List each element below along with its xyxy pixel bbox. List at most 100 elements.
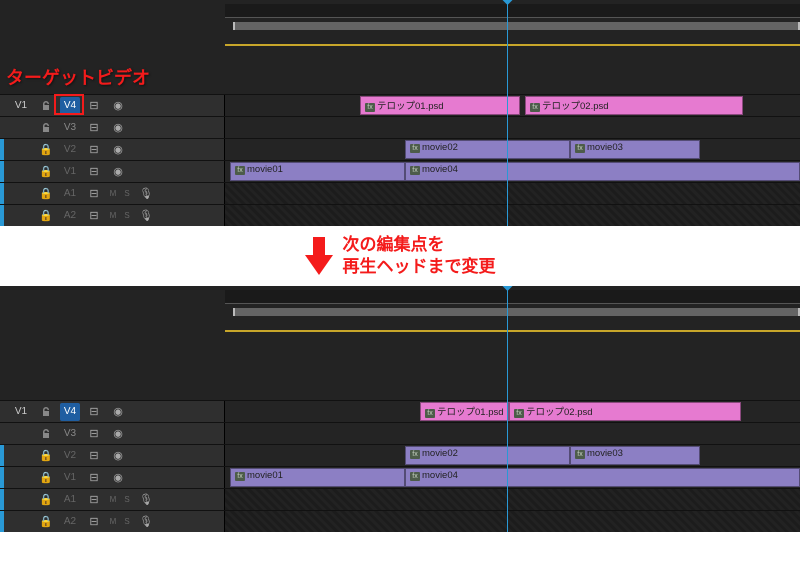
timeline-zoom-bar[interactable] (225, 44, 800, 46)
sync-lock-icon[interactable]: ⊟ (84, 513, 104, 531)
track-name[interactable]: V3 (60, 425, 80, 443)
mute-button[interactable]: M (108, 189, 118, 198)
eye-icon[interactable]: ◉ (108, 469, 128, 487)
track-name[interactable]: V1 (60, 469, 80, 487)
lock-icon[interactable]: 🔒 (36, 207, 56, 225)
clip[interactable]: fxmovie02 (405, 140, 570, 159)
source-patch-v4[interactable]: V4 (60, 403, 80, 421)
ruler-tick-label: 00;00;12;00 (640, 0, 693, 1)
track-v2[interactable]: V1 🔒 V2 ⊟ ◉ fxmovie02 fxmovie03 (0, 138, 800, 160)
work-area-bar[interactable] (233, 22, 800, 30)
sync-lock-icon[interactable]: ⊟ (84, 403, 104, 421)
track-v4[interactable]: V1 V4 ⊟ ◉ fxテロップ01.psd fxテロップ02.psd (0, 400, 800, 422)
ruler-tick-label: 00;00;08;00 (505, 286, 558, 287)
track-name[interactable]: A2 (60, 513, 80, 531)
ruler-tick-label: 00;00;04;00 (370, 286, 423, 287)
track-name[interactable]: V2 (60, 447, 80, 465)
clip-label: movie02 (422, 142, 458, 153)
track-a1[interactable]: V1 🔒 A1 ⊟ M S 🎙 (0, 182, 800, 204)
clip-label: movie04 (422, 164, 458, 175)
sync-lock-icon[interactable]: ⊟ (84, 491, 104, 509)
mute-button[interactable]: M (108, 517, 118, 526)
lock-icon[interactable]: 🔒 (36, 141, 56, 159)
clip[interactable]: fxテロップ01.psd (360, 96, 520, 115)
mute-button[interactable]: M (108, 495, 118, 504)
sync-lock-icon[interactable]: ⊟ (84, 185, 104, 203)
clip[interactable]: fxテロップ02.psd (525, 96, 743, 115)
sync-lock-icon[interactable]: ⊟ (84, 469, 104, 487)
clip[interactable]: fxmovie03 (570, 140, 700, 159)
solo-button[interactable]: S (122, 495, 132, 504)
track-name[interactable]: V1 (60, 163, 80, 181)
lock-icon[interactable]: 🔒 (36, 163, 56, 181)
sync-lock-icon[interactable]: ⊟ (84, 163, 104, 181)
sync-lock-icon[interactable]: ⊟ (84, 141, 104, 159)
timeline-zoom-bar[interactable] (225, 330, 800, 332)
voiceover-icon[interactable]: 🎙 (136, 185, 156, 203)
voiceover-icon[interactable]: 🎙 (136, 513, 156, 531)
track-v3[interactable]: V1 V3 ⊟ ◉ (0, 116, 800, 138)
track-target-label: V1 (10, 406, 32, 417)
eye-icon[interactable]: ◉ (108, 141, 128, 159)
lock-icon[interactable]: 🔒 (36, 513, 56, 531)
eye-icon[interactable]: ◉ (108, 425, 128, 443)
eye-icon[interactable]: ◉ (108, 447, 128, 465)
track-name[interactable]: V3 (60, 119, 80, 137)
lock-icon[interactable] (36, 403, 56, 421)
mute-button[interactable]: M (108, 211, 118, 220)
clip[interactable]: fxmovie02 (405, 446, 570, 465)
track-a2[interactable]: V1 🔒 A2 ⊟ M S 🎙 (0, 204, 800, 226)
sync-lock-icon[interactable]: ⊟ (84, 425, 104, 443)
source-patch-v4[interactable]: V4 (60, 97, 80, 115)
solo-button[interactable]: S (122, 517, 132, 526)
lock-icon[interactable]: 🔒 (36, 469, 56, 487)
lock-icon[interactable]: 🔒 (36, 447, 56, 465)
clip[interactable]: fxテロップ02.psd (509, 402, 741, 421)
solo-button[interactable]: S (122, 189, 132, 198)
tracks-area: V1 V4 ⊟ ◉ fxテロップ01.psd fxテロップ02.psd V1 V… (0, 94, 800, 226)
track-a1[interactable]: V1 🔒 A1 ⊟ M S 🎙 (0, 488, 800, 510)
clip[interactable]: fxmovie04 (405, 162, 800, 181)
track-v4[interactable]: V1 V4 ⊟ ◉ fxテロップ01.psd fxテロップ02.psd (0, 94, 800, 116)
lock-icon[interactable]: 🔒 (36, 491, 56, 509)
track-name[interactable]: A2 (60, 207, 80, 225)
lock-icon[interactable] (36, 97, 56, 115)
solo-button[interactable]: S (122, 211, 132, 220)
eye-icon[interactable]: ◉ (108, 119, 128, 137)
sync-lock-icon[interactable]: ⊟ (84, 447, 104, 465)
time-ruler[interactable]: ;00;00 00;00;04;00 00;00;08;00 00;00;12;… (0, 286, 800, 336)
track-v2[interactable]: V1 🔒 V2 ⊟ ◉ fxmovie02 fxmovie03 (0, 444, 800, 466)
playhead[interactable] (507, 330, 508, 532)
clip[interactable]: fxmovie01 (230, 162, 405, 181)
track-name[interactable]: A1 (60, 491, 80, 509)
clip[interactable]: fxmovie01 (230, 468, 405, 487)
clip-label: movie04 (422, 470, 458, 481)
clip[interactable]: fxテロップ01.psd (420, 402, 509, 421)
eye-icon[interactable]: ◉ (108, 403, 128, 421)
work-area-bar[interactable] (233, 308, 800, 316)
voiceover-icon[interactable]: 🎙 (136, 207, 156, 225)
sync-lock-icon[interactable]: ⊟ (84, 207, 104, 225)
eye-icon[interactable]: ◉ (108, 97, 128, 115)
track-name[interactable]: A1 (60, 185, 80, 203)
track-v3[interactable]: V1 V3 ⊟ ◉ (0, 422, 800, 444)
lock-icon[interactable]: 🔒 (36, 185, 56, 203)
track-name[interactable]: V2 (60, 141, 80, 159)
lock-icon[interactable] (36, 119, 56, 137)
track-a2[interactable]: V1 🔒 A2 ⊟ M S 🎙 (0, 510, 800, 532)
eye-icon[interactable]: ◉ (108, 163, 128, 181)
lock-icon[interactable] (36, 425, 56, 443)
voiceover-icon[interactable]: 🎙 (136, 491, 156, 509)
clip-label: movie03 (587, 448, 623, 459)
clip-label: movie01 (247, 470, 283, 481)
track-v1[interactable]: V1 🔒 V1 ⊟ ◉ fxmovie01 fxmovie04 (0, 466, 800, 488)
time-ruler[interactable]: ;00;00 00;00;04;00 00;00;08;00 00;00;12;… (0, 0, 800, 50)
sync-lock-icon[interactable]: ⊟ (84, 97, 104, 115)
playhead[interactable] (507, 44, 508, 226)
track-v1[interactable]: V1 🔒 V1 ⊟ ◉ fxmovie01 fxmovie04 (0, 160, 800, 182)
clip[interactable]: fxmovie03 (570, 446, 700, 465)
sync-lock-icon[interactable]: ⊟ (84, 119, 104, 137)
annotation-text: 次の編集点を 再生ヘッドまで変更 (343, 234, 496, 278)
clip-label: movie01 (247, 164, 283, 175)
clip[interactable]: fxmovie04 (405, 468, 800, 487)
